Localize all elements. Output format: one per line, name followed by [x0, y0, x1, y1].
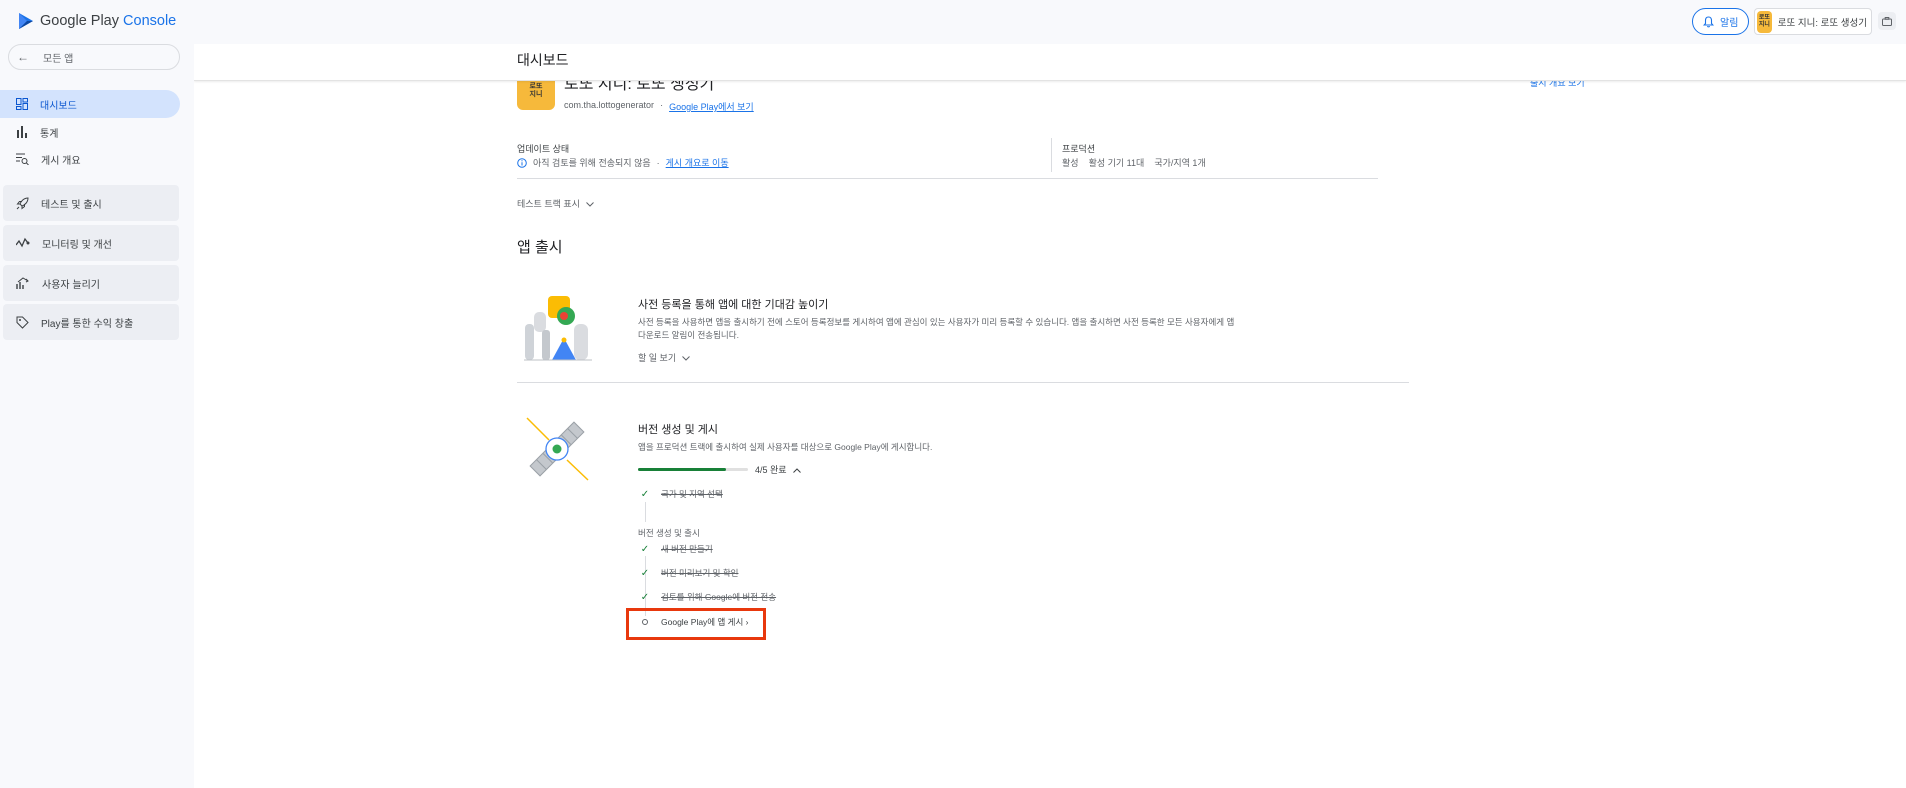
grow-users-icon [16, 276, 29, 289]
sidebar-item-dashboard[interactable]: 대시보드 [0, 90, 180, 118]
task-send-for-review[interactable]: ✓ 검토를 위해 Google에 버전 전송 [639, 591, 776, 603]
separator: · [656, 157, 660, 168]
task-progress-fill [638, 468, 726, 471]
task-label: 검토를 위해 Google에 버전 전송 [661, 592, 777, 602]
satellite-illustration [522, 414, 592, 489]
chevron-up-icon [792, 465, 801, 475]
divider [517, 382, 1409, 383]
separator: · [660, 100, 664, 110]
tag-icon [16, 316, 29, 329]
task-create-new-release[interactable]: ✓ 새 버전 만들기 [639, 543, 713, 555]
app-selector[interactable]: 로또 지니 로또 지니: 로또 생성기 [1754, 8, 1872, 35]
chevron-down-icon [682, 353, 690, 363]
step-connector [645, 556, 646, 616]
app-selector-name: 로또 지니: 로또 생성기 [1777, 17, 1867, 29]
main-content: 대시보드 로또 지니 로또 지니: 로또 생성기 출시 개요 보기 com.tha… [194, 44, 1906, 788]
sidebar-group-label: Play를 통한 수익 창출 [41, 318, 134, 330]
check-icon: ✓ [640, 567, 650, 579]
update-status-label: 업데이트 상태 [517, 144, 570, 154]
page-header: 대시보드 [194, 44, 1906, 81]
app-release-section-title: 앱 출시 [517, 239, 563, 256]
sidebar: ← 모든 앱 대시보드 통계 게시 개요 테스트 및 출시 모니터링 및 개선 … [0, 44, 194, 788]
bell-icon [1703, 15, 1714, 27]
view-on-google-play-link[interactable]: Google Play에서 보기 [669, 100, 754, 113]
monitoring-icon [16, 237, 30, 248]
sidebar-group-label: 테스트 및 출시 [41, 199, 102, 211]
sidebar-group-label: 사용자 늘리기 [42, 279, 100, 291]
arrow-back-icon: ← [17, 50, 29, 64]
sidebar-item-label: 게시 개요 [41, 155, 81, 167]
go-to-publishing-overview-link[interactable]: 게시 개요로 이동 [666, 156, 729, 169]
show-test-tracks-label: 테스트 트랙 표시 [517, 199, 580, 209]
chevron-down-icon [586, 199, 594, 209]
app-icon: 로또 지니 [1757, 10, 1772, 33]
update-status-line: 아직 검토를 위해 전송되지 않음 · 게시 개요로 이동 [517, 156, 729, 169]
check-icon: ✓ [640, 488, 650, 500]
briefcase-icon [1882, 16, 1892, 26]
package-name: com.tha.lottogenerator [564, 100, 655, 110]
sidebar-group-test-and-release[interactable]: 테스트 및 출시 [3, 185, 179, 221]
sidebar-item-publishing-overview[interactable]: 게시 개요 [0, 145, 180, 173]
sidebar-group-label: 모니터링 및 개선 [42, 239, 112, 251]
top-bar: Google Play Console 알림 로또 지니 로또 지니: 로또 생성… [0, 0, 1906, 44]
task-label: 국가 및 지역 선택 [661, 489, 723, 499]
task-label: 버전 미리보기 및 확인 [661, 568, 739, 578]
sidebar-item-label: 통계 [40, 128, 59, 140]
highlight-annotation-box [626, 608, 766, 640]
dashboard-icon [16, 98, 28, 110]
sidebar-item-statistics[interactable]: 통계 [0, 118, 180, 146]
update-status-text: 아직 검토를 위해 전송되지 않음 [533, 158, 651, 168]
divider [517, 178, 1378, 179]
pre-registration-illustration [524, 294, 594, 369]
divider [1051, 138, 1052, 172]
play-logo-icon [19, 13, 33, 29]
notifications-button[interactable]: 알림 [1692, 8, 1750, 35]
task-progress-bar [638, 468, 748, 471]
bar-chart-icon [17, 126, 27, 138]
pre-registration-description: 사전 등록을 사용하면 앱을 출시하기 전에 스토어 등록정보를 게시하여 앱에… [638, 317, 1235, 340]
page-title: 대시보드 [517, 52, 569, 68]
logo-text: Google Play Console [40, 13, 177, 29]
view-tasks-toggle[interactable]: 할 일 보기 [638, 351, 690, 364]
sidebar-item-label: 대시보드 [40, 100, 77, 112]
step-group-label: 버전 생성 및 출시 [638, 528, 700, 538]
production-label: 프로덕션 [1062, 144, 1096, 154]
task-preview-and-confirm[interactable]: ✓ 버전 미리보기 및 확인 [639, 567, 739, 579]
package-line: com.tha.lottogenerator · Google Play에서 보… [564, 100, 754, 113]
briefcase-button[interactable] [1878, 12, 1896, 30]
publishing-overview-icon [16, 153, 29, 165]
check-icon: ✓ [640, 543, 650, 555]
create-and-publish-title: 버전 생성 및 게시 [638, 424, 719, 436]
google-play-console-logo[interactable]: Google Play Console [18, 12, 176, 30]
progress-toggle[interactable]: 4/5 완료 [755, 463, 801, 476]
production-devices: 활성 기기 11대 [1088, 158, 1145, 168]
sidebar-group-monetize[interactable]: Play를 통한 수익 창출 [3, 304, 179, 340]
check-icon: ✓ [640, 591, 650, 603]
view-tasks-label: 할 일 보기 [638, 353, 677, 363]
info-icon [517, 157, 527, 168]
production-status: 활성 [1062, 158, 1079, 168]
show-test-tracks-toggle[interactable]: 테스트 트랙 표시 [517, 197, 594, 210]
production-countries: 국가/지역 1개 [1154, 158, 1206, 168]
sidebar-group-grow-users[interactable]: 사용자 늘리기 [3, 265, 179, 301]
rocket-icon [16, 196, 29, 210]
sidebar-group-monitoring[interactable]: 모니터링 및 개선 [3, 225, 179, 261]
step-connector [645, 502, 646, 522]
all-apps-button[interactable]: ← 모든 앱 [8, 44, 180, 70]
pre-registration-title: 사전 등록을 통해 앱에 대한 기대감 높이기 [638, 299, 829, 311]
all-apps-label: 모든 앱 [43, 53, 74, 65]
production-stats: 활성 활성 기기 11대 국가/지역 1개 [1062, 156, 1206, 169]
notifications-label: 알림 [1720, 18, 1739, 29]
create-and-publish-description: 앱을 프로덕션 트랙에 출시하여 실제 사용자를 대상으로 Google Pla… [638, 442, 933, 452]
task-select-countries[interactable]: ✓ 국가 및 지역 선택 [639, 488, 723, 500]
task-label: 새 버전 만들기 [661, 544, 713, 554]
progress-text: 4/5 완료 [755, 465, 787, 475]
